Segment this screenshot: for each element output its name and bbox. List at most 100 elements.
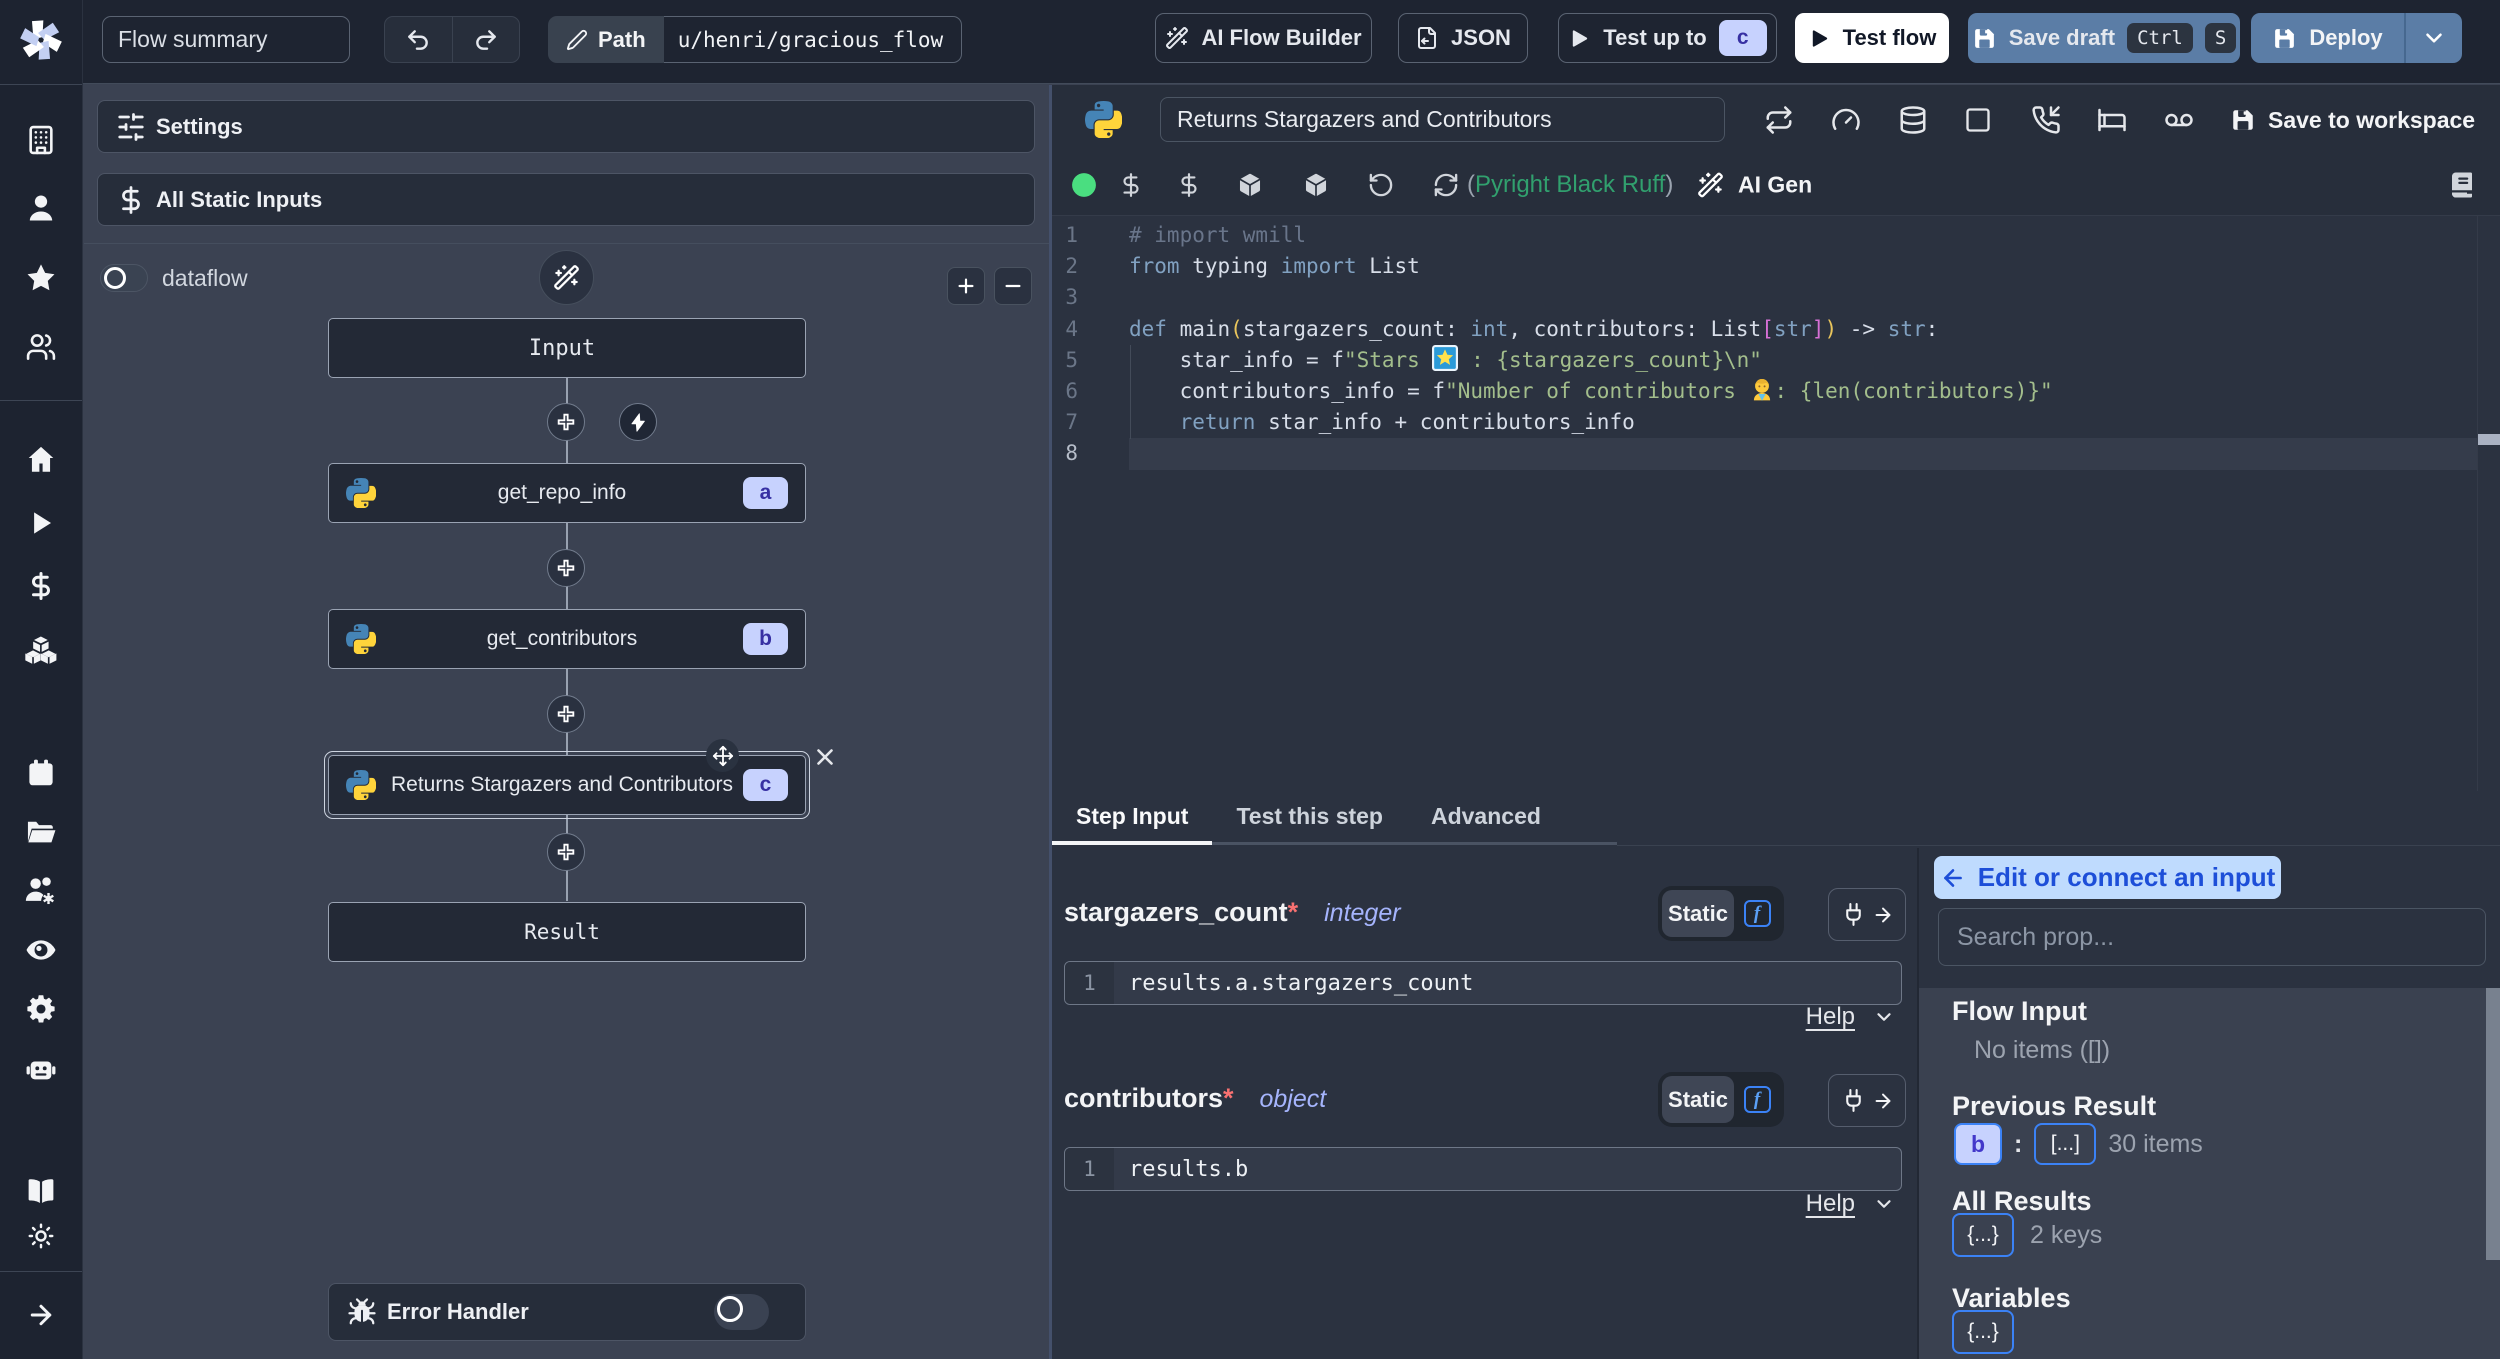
- variable-dollar-icon[interactable]: [1118, 172, 1144, 198]
- gauge-icon[interactable]: [1831, 105, 1861, 135]
- resources-boxes-icon[interactable]: [25, 634, 58, 667]
- runs-play-icon[interactable]: [26, 508, 56, 538]
- groups-admin-icon[interactable]: [24, 874, 58, 908]
- theme-sun-icon[interactable]: [28, 1223, 55, 1250]
- chevron-down-icon[interactable]: [1873, 1006, 1895, 1028]
- save-icon: [2233, 110, 2253, 130]
- trigger-bolt-button[interactable]: [619, 403, 657, 441]
- code-editor[interactable]: 1 2 3 4 5 6 7 8 # import wmill from typing impor…: [1052, 215, 2500, 791]
- package-box-icon[interactable]: [1236, 171, 1265, 200]
- chevron-down-icon[interactable]: [1873, 1193, 1895, 1215]
- dataflow-toggle[interactable]: [100, 264, 148, 292]
- expr-editor-stargazers[interactable]: 1 results.a.stargazers_count: [1064, 961, 1902, 1005]
- add-step-button[interactable]: [547, 403, 585, 441]
- deploy-dropdown-button[interactable]: [2406, 13, 2462, 63]
- object-preview-chip[interactable]: {...}: [1952, 1310, 2014, 1354]
- redo-button[interactable]: [453, 17, 520, 62]
- early-stop-square-icon[interactable]: [1964, 106, 1992, 134]
- test-up-to-button[interactable]: Test up to c: [1558, 13, 1777, 63]
- folders-icon[interactable]: [25, 816, 58, 849]
- star-icon[interactable]: [25, 262, 57, 294]
- add-step-button[interactable]: [547, 695, 585, 733]
- flow-node-get-contributors[interactable]: get_contributors b: [328, 609, 806, 669]
- lint-assistants-label[interactable]: (Pyright Black Ruff): [1467, 171, 1673, 199]
- settings-row[interactable]: Settings: [97, 100, 1035, 153]
- previous-result-header[interactable]: Previous Result: [1952, 1091, 2156, 1122]
- package-box-icon[interactable]: [1302, 171, 1331, 200]
- restart-repeat-icon[interactable]: [1764, 105, 1794, 135]
- static-toggle-stargazers[interactable]: Static f: [1658, 886, 1784, 941]
- path-chip[interactable]: Path: [548, 16, 664, 63]
- help-link[interactable]: Help: [1806, 1190, 1855, 1218]
- ai-flow-builder-button[interactable]: AI Flow Builder: [1155, 13, 1372, 63]
- flow-node-input[interactable]: Input: [328, 318, 806, 378]
- json-button[interactable]: JSON: [1398, 13, 1528, 63]
- save-to-workspace-button[interactable]: Save to workspace: [2230, 85, 2475, 155]
- variables-row[interactable]: {...}: [1952, 1310, 2014, 1354]
- object-preview-chip[interactable]: {...}: [1952, 1213, 2014, 1257]
- javascript-fx-toggle[interactable]: f: [1734, 890, 1780, 937]
- result-key-badge[interactable]: b: [1954, 1123, 2002, 1165]
- docs-book-icon[interactable]: [25, 1176, 58, 1209]
- flow-input-header[interactable]: Flow Input: [1952, 996, 2087, 1027]
- context-tree: Flow Input No items ([]) Previous Result…: [1919, 988, 2500, 1359]
- help-link[interactable]: Help: [1806, 1003, 1855, 1031]
- path-input[interactable]: u/henri/gracious_flow: [663, 16, 962, 63]
- mock-voicemail-icon[interactable]: [2164, 105, 2194, 135]
- save-draft-button[interactable]: Save draft Ctrl S: [1968, 13, 2240, 63]
- connect-input-button[interactable]: [1828, 888, 1906, 941]
- cache-database-icon[interactable]: [1898, 105, 1928, 135]
- deploy-button[interactable]: Deploy: [2251, 13, 2404, 63]
- connect-input-button[interactable]: [1828, 1074, 1906, 1127]
- collapse-arrow-right-icon[interactable]: [26, 1300, 56, 1330]
- workspace-building-icon[interactable]: [26, 125, 57, 156]
- javascript-fx-toggle[interactable]: f: [1734, 1076, 1780, 1123]
- step-id-badge: b: [743, 623, 788, 655]
- array-preview-chip[interactable]: [...]: [2034, 1123, 2097, 1165]
- flow-summary-button[interactable]: Flow summary: [102, 16, 350, 63]
- variables-dollar-icon[interactable]: [26, 571, 56, 601]
- search-prop-input[interactable]: Search prop...: [1938, 908, 2486, 966]
- add-step-button[interactable]: [547, 833, 585, 871]
- zoom-in-button[interactable]: [947, 267, 985, 305]
- undo-button[interactable]: [385, 17, 452, 62]
- bug-icon: [348, 1298, 376, 1325]
- windmill-logo-icon[interactable]: [18, 17, 64, 63]
- tab-test-this-step[interactable]: Test this step: [1212, 790, 1407, 842]
- all-static-inputs-row[interactable]: All Static Inputs: [97, 173, 1035, 226]
- user-icon[interactable]: [25, 192, 57, 224]
- move-node-handle[interactable]: [706, 739, 739, 772]
- test-flow-button[interactable]: Test flow: [1795, 13, 1949, 63]
- previous-result-row[interactable]: b : [...] 30 items: [1954, 1123, 2203, 1165]
- settings-gear-icon[interactable]: [25, 993, 57, 1025]
- format-refresh-icon[interactable]: [1433, 172, 1460, 199]
- schedules-calendar-icon[interactable]: [26, 758, 57, 789]
- error-handler-toggle[interactable]: [714, 1294, 769, 1330]
- expr-editor-contributors[interactable]: 1 results.b: [1064, 1147, 1902, 1191]
- zoom-out-button[interactable]: [994, 267, 1032, 305]
- sleep-bed-icon[interactable]: [2097, 105, 2127, 135]
- context-scrollbar[interactable]: [2486, 988, 2500, 1260]
- flow-node-result[interactable]: Result: [328, 902, 806, 962]
- library-book-icon[interactable]: [2447, 170, 2477, 200]
- suspend-phone-icon[interactable]: [2031, 105, 2061, 135]
- step-title-input[interactable]: Returns Stargazers and Contributors: [1160, 97, 1725, 142]
- tab-advanced[interactable]: Advanced: [1407, 790, 1565, 842]
- resource-dollar-icon[interactable]: [1176, 172, 1202, 198]
- ai-wand-button[interactable]: [539, 250, 594, 305]
- users-icon[interactable]: [26, 332, 57, 363]
- audit-eye-icon[interactable]: [25, 934, 58, 967]
- all-results-row[interactable]: {...} 2 keys: [1952, 1213, 2102, 1257]
- static-toggle-contributors[interactable]: Static f: [1658, 1072, 1784, 1127]
- flow-node-get-repo-info[interactable]: get_repo_info a: [328, 463, 806, 523]
- home-icon[interactable]: [25, 444, 57, 476]
- reset-rotate-ccw-icon[interactable]: [1368, 172, 1395, 199]
- field-title-contributors: contributors* object: [1064, 1083, 1327, 1113]
- ai-bot-icon[interactable]: [25, 1053, 58, 1086]
- tab-step-input[interactable]: Step Input: [1052, 790, 1213, 845]
- error-handler-row[interactable]: Error Handler: [328, 1283, 806, 1341]
- delete-node-button[interactable]: [812, 744, 838, 770]
- ai-gen-button[interactable]: AI Gen: [1697, 172, 1812, 199]
- edit-or-connect-button[interactable]: Edit or connect an input: [1934, 856, 2281, 899]
- add-step-button[interactable]: [547, 549, 585, 587]
